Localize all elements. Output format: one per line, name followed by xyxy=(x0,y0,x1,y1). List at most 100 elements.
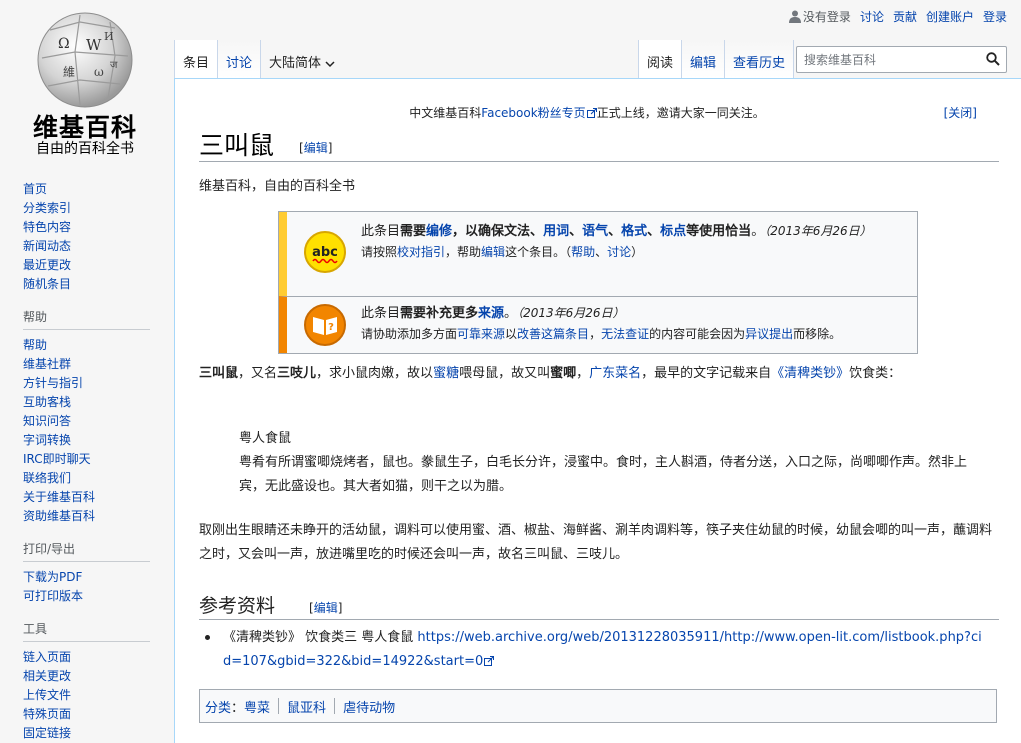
svg-text:維: 維 xyxy=(63,65,75,79)
tab-read[interactable]: 阅读 xyxy=(638,40,683,78)
sources-link[interactable]: 来源 xyxy=(478,306,504,321)
category-animal-cruelty[interactable]: 虐待动物 xyxy=(343,697,395,716)
qingbai-leichao-link[interactable]: 《清稗类钞》 xyxy=(771,366,849,381)
notice-text: 以 xyxy=(505,327,518,341)
notice-text: 、 xyxy=(595,245,608,259)
sidebar-item-recent-changes[interactable]: 最近更改 xyxy=(23,258,71,272)
site-notice-close-button[interactable]: [关闭] xyxy=(944,104,977,121)
honey-link[interactable]: 蜜糖 xyxy=(433,366,459,381)
notice-text: 、 xyxy=(647,224,661,239)
sidebar-item-community[interactable]: 维基社群 xyxy=(23,357,71,371)
body-text: ，又名 xyxy=(238,366,278,381)
tab-history[interactable]: 查看历史 xyxy=(725,40,795,78)
personal-tools: 没有登录 讨论 贡献 创建账户 登录 xyxy=(788,8,1007,25)
tone-link[interactable]: 语气 xyxy=(582,224,608,239)
sidebar-item-main-page[interactable]: 首页 xyxy=(23,182,47,196)
references-edit-link[interactable]: 编辑 xyxy=(314,601,338,615)
sidebar-item-irc[interactable]: IRC即时聊天 xyxy=(23,452,91,466)
sidebar-item-printable[interactable]: 可打印版本 xyxy=(23,589,83,603)
sidebar-item-permanent-link[interactable]: 固定链接 xyxy=(23,726,71,740)
sidebar-item-donate[interactable]: 资助维基百科 xyxy=(23,509,95,523)
sidebar-item-about[interactable]: 关于维基百科 xyxy=(23,490,95,504)
improve-article-link[interactable]: 改善这篇条目 xyxy=(517,327,589,341)
sidebar-heading-print: 打印/导出 xyxy=(23,540,150,562)
refimprove-notice: ? 此条目需要补充更多来源。（2013年6月26日） 请协助添加多方面可靠来源以… xyxy=(279,296,917,353)
challenge-link[interactable]: 异议提出 xyxy=(745,327,793,341)
variant-dropdown[interactable]: 大陆简体 xyxy=(261,40,343,78)
content-area: 中文维基百科Facebook粉丝专页 正式上线，邀请大家一同关注。 [关闭] 三叫… xyxy=(174,78,1021,743)
categories-label-link[interactable]: 分类 xyxy=(205,697,231,716)
title-edit-link[interactable]: 编辑 xyxy=(304,141,328,155)
page-title: 三叫鼠 xyxy=(199,131,275,160)
body-text: ，最早的文字记载来自 xyxy=(641,366,772,381)
sidebar-item-special-pages[interactable]: 特殊页面 xyxy=(23,707,71,721)
sidebar-item-what-links-here[interactable]: 链入页面 xyxy=(23,650,71,664)
sidebar-item-featured[interactable]: 特色内容 xyxy=(23,220,71,234)
notice-date: （2013年6月26日） xyxy=(764,224,872,238)
reliable-sources-link[interactable]: 可靠来源 xyxy=(457,327,505,341)
references-heading: 参考资料 [编辑] xyxy=(199,591,999,620)
search-button[interactable] xyxy=(986,52,1000,70)
sidebar-item-news[interactable]: 新闻动态 xyxy=(23,239,71,253)
site-notice-prefix: 中文维基百科 xyxy=(409,106,482,120)
sidebar-item-qa[interactable]: 知识问答 xyxy=(23,414,71,428)
sidebar-heading-tools: 工具 xyxy=(23,620,150,642)
maintenance-notices: abc 此条目需要编修，以确保文法、用词、语气、格式、标点等使用恰当。（2013… xyxy=(278,211,918,354)
wording-link[interactable]: 用词 xyxy=(543,224,569,239)
sidebar-item-related-changes[interactable]: 相关更改 xyxy=(23,669,71,683)
anon-contributions-link[interactable]: 贡献 xyxy=(893,8,917,25)
anon-talk-link[interactable]: 讨论 xyxy=(860,8,884,25)
colon: ： xyxy=(231,700,245,716)
proofreading-guide-link[interactable]: 校对指引 xyxy=(397,245,445,259)
bold-term: 三叫鼠 xyxy=(199,366,239,381)
notice-text: 等使用恰当 xyxy=(686,224,752,239)
quote-body: 粤肴有所谓蜜唧烧烤者，鼠也。豢鼠生子，白毛长分许，浸蜜中。食时，主人斟酒，侍者分… xyxy=(239,455,968,494)
cantonese-cuisine-link[interactable]: 广东菜名 xyxy=(589,366,641,381)
variant-label: 大陆简体 xyxy=(269,56,322,71)
notice-text: 。 xyxy=(751,224,765,239)
sidebar-item-upload[interactable]: 上传文件 xyxy=(23,688,71,702)
copyedit-link[interactable]: 编修 xyxy=(426,224,452,239)
punctuation-link[interactable]: 标点 xyxy=(660,224,686,239)
svg-text:И: И xyxy=(104,30,114,43)
abc-spellcheck-icon: abc xyxy=(303,230,347,278)
tab-talk-label: 讨论 xyxy=(226,56,253,71)
notice-help-link[interactable]: 帮助 xyxy=(571,245,595,259)
format-link[interactable]: 格式 xyxy=(621,224,647,239)
search-input[interactable] xyxy=(797,47,991,72)
sidebar-item-help[interactable]: 帮助 xyxy=(23,338,47,352)
body-text: ， xyxy=(576,366,590,381)
sidebar-item-random[interactable]: 随机条目 xyxy=(23,277,71,291)
login-link[interactable]: 登录 xyxy=(983,8,1007,25)
category-separator xyxy=(278,698,280,714)
verifiability-link[interactable]: 无法查证 xyxy=(601,327,649,341)
sidebar-item-category-index[interactable]: 分类索引 xyxy=(23,201,71,215)
sidebar-item-conversion[interactable]: 字词转换 xyxy=(23,433,71,447)
sidebar-item-policies[interactable]: 方针与指引 xyxy=(23,376,83,390)
category-murinae[interactable]: 鼠亚科 xyxy=(287,697,326,716)
logo-tagline: 自由的百科全书 xyxy=(36,141,134,157)
wikipedia-logo[interactable]: Ω W И 維 ω ज 维基百科 自由的百科全书 xyxy=(0,0,160,160)
body-text: 饮食类： xyxy=(849,366,902,381)
tab-article[interactable]: 条目 xyxy=(174,40,219,78)
sidebar-item-village-pump[interactable]: 互助客栈 xyxy=(23,395,71,409)
notice-text: 的内容可能会因为 xyxy=(649,327,746,341)
notice-edit-link[interactable]: 编辑 xyxy=(481,245,505,259)
anon-user: 没有登录 xyxy=(788,8,851,25)
notice-text: 请按照 xyxy=(361,245,398,259)
category-cantonese-cuisine[interactable]: 粤菜 xyxy=(244,697,270,716)
notice-text: 此条目 xyxy=(361,306,401,321)
notice-text: 而移除。 xyxy=(793,327,842,341)
notice-talk-link[interactable]: 讨论 xyxy=(607,245,631,259)
refimprove-notice-text: 此条目需要补充更多来源。（2013年6月26日） 请协助添加多方面可靠来源以改善… xyxy=(361,303,909,345)
page-heading: 三叫鼠 [编辑] xyxy=(199,126,999,162)
sidebar-item-download-pdf[interactable]: 下载为PDF xyxy=(23,570,82,584)
sidebar-item-contact[interactable]: 联络我们 xyxy=(23,471,71,485)
book-question-icon: ? xyxy=(303,303,347,351)
tab-edit[interactable]: 编辑 xyxy=(682,40,726,78)
facebook-page-link[interactable]: Facebook粉丝专页 xyxy=(481,106,585,120)
notice-text: 此条目 xyxy=(361,224,401,239)
tab-talk[interactable]: 讨论 xyxy=(218,40,262,78)
create-account-link[interactable]: 创建账户 xyxy=(926,8,974,25)
blockquote: 粤人食鼠 粤肴有所谓蜜唧烧烤者，鼠也。豢鼠生子，白毛长分许，浸蜜中。食时，主人斟… xyxy=(239,427,979,499)
